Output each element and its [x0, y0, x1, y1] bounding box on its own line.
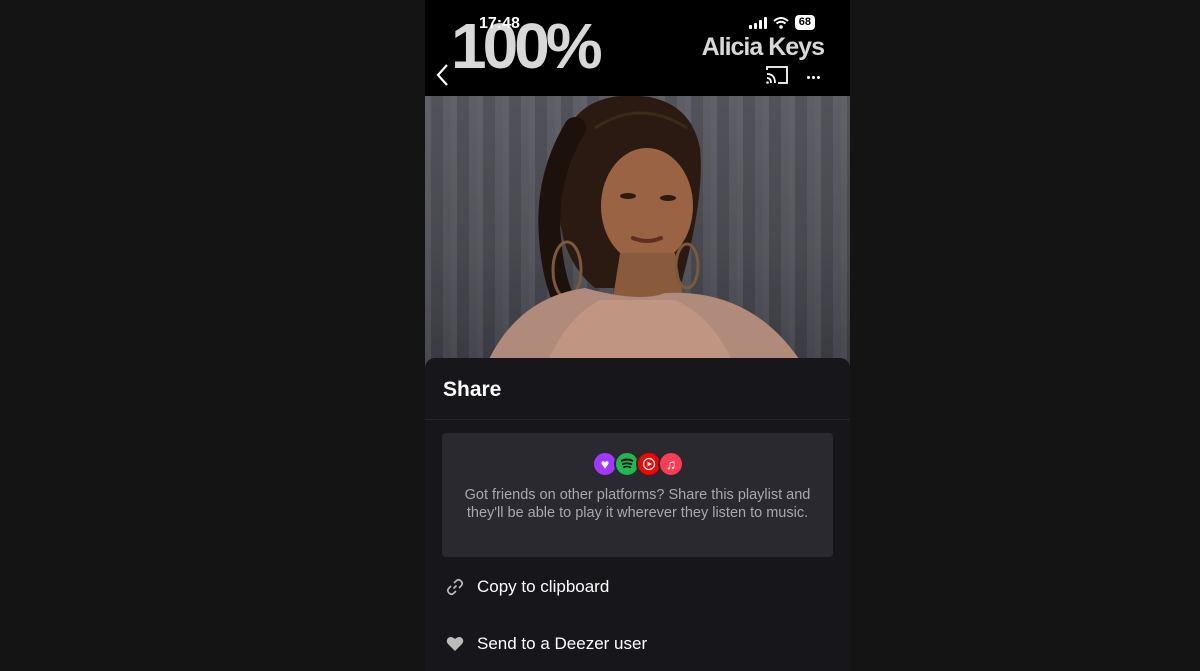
heart-icon [446, 636, 464, 651]
wifi-icon [773, 16, 789, 29]
more-options-icon[interactable] [806, 66, 824, 82]
phone-screen: 100% 17:48 68 Alicia Keys Share ♥ ♫ Got … [425, 0, 850, 671]
cross-platform-share-card[interactable]: ♥ ♫ Got friends on other platforms? Shar… [442, 433, 833, 557]
artist-photo [425, 88, 850, 368]
share-sheet-title: Share [443, 378, 502, 401]
cast-icon[interactable] [764, 64, 790, 86]
cellular-signal-icon [748, 16, 767, 29]
send-to-deezer-user-button[interactable]: Send to a Deezer user [425, 624, 850, 664]
send-to-deezer-user-label: Send to a Deezer user [477, 634, 648, 653]
share-info-text: Got friends on other platforms? Share th… [464, 487, 811, 521]
artist-name: Alicia Keys [701, 33, 825, 61]
copy-to-clipboard-label: Copy to clipboard [477, 577, 610, 596]
status-icons: 68 [748, 15, 815, 30]
apple-music-icon: ♫ [658, 451, 684, 477]
divider [425, 419, 850, 420]
right-backdrop [850, 0, 1200, 671]
link-icon [446, 578, 464, 596]
left-backdrop [0, 0, 425, 671]
status-time: 17:48 [479, 15, 520, 32]
copy-to-clipboard-button[interactable]: Copy to clipboard [425, 567, 850, 607]
playlist-header: 100% 17:48 68 Alicia Keys [425, 0, 850, 96]
playlist-title: 100% [451, 10, 603, 82]
battery-indicator: 68 [794, 15, 815, 30]
platform-icons: ♥ ♫ [592, 451, 684, 477]
share-sheet: Share ♥ ♫ Got friends on other platforms… [425, 358, 850, 671]
back-chevron-icon[interactable] [433, 62, 453, 88]
